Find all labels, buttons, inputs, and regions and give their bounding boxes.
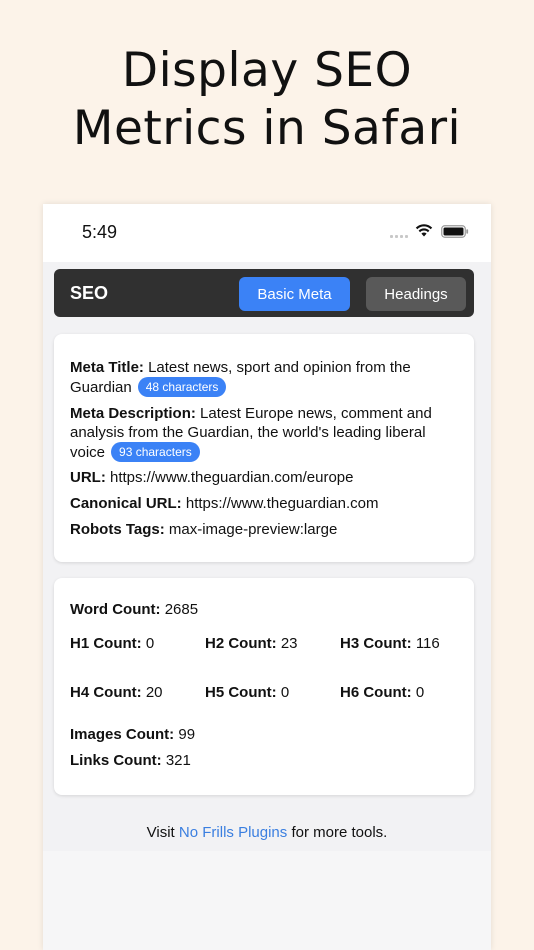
tab-headings[interactable]: Headings [366,277,466,311]
h3-count-value: 116 [415,635,440,652]
meta-title-value-2: Guardian [70,379,132,396]
canonical-url-row: Canonical URL: https://www.theguardian.c… [70,494,462,513]
h6-count: H6 Count: 0 [340,684,424,701]
h6-count-value: 0 [415,684,425,701]
headline-line-2: Metrics in Safari [72,101,462,156]
word-count-label: Word Count: [70,601,161,618]
h4-count-label: H4 Count: [70,684,142,701]
images-count-value: 99 [178,726,196,743]
images-count: Images Count: 99 [70,726,195,743]
nav-title: SEO [70,283,109,303]
h1-count: H1 Count: 0 [70,635,154,652]
robots-tags-row: Robots Tags: max-image-preview:large [70,520,462,539]
url-label: URL: [70,469,106,486]
counts-card: Word Count: 2685 H1 Count: 0 H2 Count: 2… [54,578,474,795]
phone-screen: 5:49 SEO Basic Meta Headings Meta Title:… [43,204,491,950]
description-char-count-badge: 93 characters [111,442,200,462]
images-count-label: Images Count: [70,726,175,743]
popup-bottom-area [43,851,491,950]
footer-prefix: Visit [146,824,175,841]
signal-icon [390,235,408,238]
h5-count-label: H5 Count: [205,684,277,701]
word-count: Word Count: 2685 [70,601,198,618]
meta-description-value-2: analysis from the Guardian, the world's … [70,424,426,441]
meta-description-label: Meta Description: [70,405,196,422]
h3-count-label: H3 Count: [340,635,412,652]
canonical-url-value: https://www.theguardian.com [185,495,379,512]
word-count-value: 2685 [164,601,199,618]
no-frills-plugins-link[interactable]: No Frills Plugins [179,824,287,841]
links-count: Links Count: 321 [70,752,191,769]
title-char-count-badge: 48 characters [137,377,227,397]
h5-count-value: 0 [280,684,290,701]
meta-card: Meta Title: Latest news, sport and opini… [54,334,474,562]
meta-description-value-1: Latest Europe news, comment and [200,405,432,422]
wifi-icon [415,224,433,237]
meta-title-label: Meta Title: [70,359,144,376]
h1-count-label: H1 Count: [70,635,142,652]
extension-popup: SEO Basic Meta Headings Meta Title: Late… [43,262,491,950]
footer-text: Visit No Frills Plugins for more tools. [43,824,491,841]
nav-bar: SEO Basic Meta Headings [54,269,474,317]
meta-description-value-3: voice [70,444,106,461]
battery-icon [441,225,469,238]
headline-line-1: Display SEO [121,43,413,98]
links-count-value: 321 [165,752,191,769]
links-count-label: Links Count: [70,752,162,769]
meta-title-row: Meta Title: Latest news, sport and opini… [70,358,462,397]
tab-basic-meta[interactable]: Basic Meta [239,277,350,311]
h4-count-value: 20 [145,684,163,701]
h2-count-label: H2 Count: [205,635,277,652]
h2-count: H2 Count: 23 [205,635,298,652]
meta-title-value-1: Latest news, sport and opinion from the [148,359,411,376]
status-time: 5:49 [82,222,118,242]
canonical-url-label: Canonical URL: [70,495,182,512]
url-row: URL: https://www.theguardian.com/europe [70,468,462,487]
url-value: https://www.theguardian.com/europe [110,469,354,486]
marketing-headline: Display SEO Metrics in Safari [0,42,534,158]
h4-count: H4 Count: 20 [70,684,163,701]
h6-count-label: H6 Count: [340,684,412,701]
robots-tags-label: Robots Tags: [70,521,165,538]
meta-description-row: Meta Description: Latest Europe news, co… [70,404,462,462]
status-bar: 5:49 [43,204,491,262]
robots-tags-value: max-image-preview:large [168,521,338,538]
footer-suffix: for more tools. [291,824,388,841]
h2-count-value: 23 [280,635,298,652]
h5-count: H5 Count: 0 [205,684,289,701]
h3-count: H3 Count: 116 [340,635,440,652]
h1-count-value: 0 [145,635,155,652]
